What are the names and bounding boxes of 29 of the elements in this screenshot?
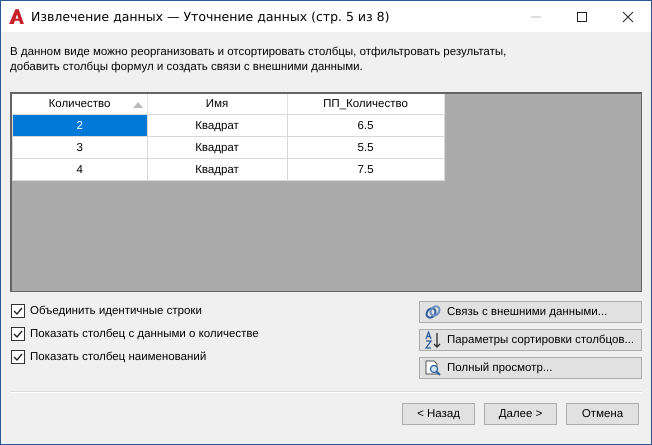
dialog-button[interactable]: Отмена [566, 403, 639, 425]
dialog-button[interactable]: Далее > [484, 403, 557, 425]
checkbox[interactable] [11, 350, 25, 364]
table-cell[interactable]: 2 [12, 114, 147, 136]
action-button[interactable]: Параметры сортировки столбцов... [419, 329, 642, 351]
table-cell[interactable]: Квадрат [147, 114, 287, 136]
column-header[interactable]: ПП_Количество [287, 94, 444, 114]
table-cell[interactable]: 5.5 [287, 136, 444, 158]
table-cell[interactable]: Квадрат [147, 158, 287, 180]
sort-az-icon [424, 331, 442, 349]
table-cell[interactable]: 6.5 [287, 114, 444, 136]
checkbox-label: Показать столбец с данными о количестве [30, 328, 259, 340]
checkbox-label: Показать столбец наименований [30, 351, 206, 363]
dialog-button[interactable]: < Назад [402, 403, 475, 425]
checkbox[interactable] [11, 304, 25, 318]
chain-link-icon [424, 303, 442, 321]
table-cell[interactable]: 7.5 [287, 158, 444, 180]
column-header[interactable]: Имя [147, 94, 287, 114]
table-cell[interactable]: 3 [12, 136, 147, 158]
window-title: Извлечение данных — Уточнение данных (стр. 5 из 8) [31, 9, 390, 24]
table-cell[interactable]: Квадрат [147, 136, 287, 158]
checkbox-label: Объединить идентичные строки [30, 305, 202, 317]
action-button[interactable]: Полный просмотр... [419, 357, 642, 379]
app-logo-icon [8, 8, 25, 25]
checkbox[interactable] [11, 327, 25, 341]
action-button[interactable]: Связь с внешними данными... [419, 301, 642, 323]
table-cell[interactable]: 4 [12, 158, 147, 180]
magnifier-page-icon [424, 359, 442, 377]
description-text: В данном виде можно реорганизовать и отсортировать столбцы, отфильтровать результаты, добавить столбцы формул и создать связи с внешними данными. [10, 45, 508, 75]
